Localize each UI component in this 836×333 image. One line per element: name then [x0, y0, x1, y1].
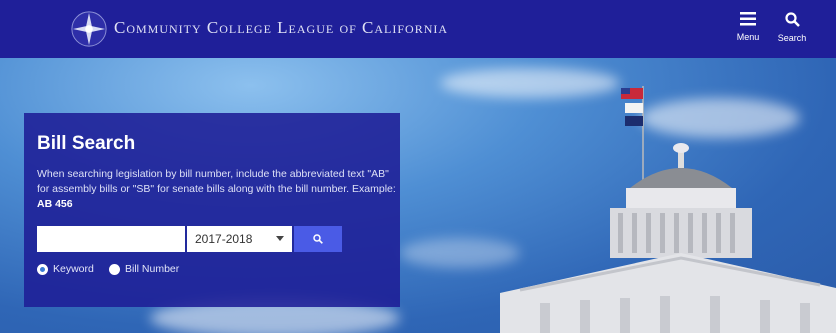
radio-bill-number[interactable]: Bill Number	[109, 263, 179, 275]
radio-keyword-label: Keyword	[53, 263, 94, 275]
bill-search-description: When searching legislation by bill numbe…	[37, 167, 397, 212]
search-icon	[313, 233, 323, 244]
radio-bill-number-label: Bill Number	[125, 263, 180, 275]
site-header: Community College League of California M…	[0, 0, 836, 58]
example-text: AB 456	[37, 198, 73, 210]
menu-button[interactable]: Menu	[728, 12, 768, 48]
session-select[interactable]: 2017-2018	[187, 226, 292, 252]
radio-keyword[interactable]: Keyword	[37, 263, 94, 275]
menu-label: Menu	[736, 32, 760, 42]
description-text: When searching legislation by bill numbe…	[37, 168, 396, 195]
bill-search-title: Bill Search	[37, 133, 136, 154]
search-label: Search	[777, 33, 807, 43]
hamburger-icon	[740, 12, 756, 26]
search-button[interactable]: Search	[772, 12, 812, 48]
bill-search-submit-button[interactable]	[294, 226, 342, 252]
session-select-value: 2017-2018	[195, 232, 253, 246]
bill-search-panel: Bill Search When searching legislation b…	[24, 113, 400, 307]
radio-unselected-icon	[109, 263, 120, 275]
capitol-dome-image	[500, 86, 836, 333]
chevron-down-icon	[276, 236, 284, 241]
site-title[interactable]: Community College League of California	[114, 18, 448, 38]
search-icon	[784, 12, 800, 27]
radio-selected-icon	[37, 263, 48, 275]
league-logo-icon[interactable]	[70, 10, 108, 48]
bill-search-input[interactable]	[37, 226, 185, 252]
